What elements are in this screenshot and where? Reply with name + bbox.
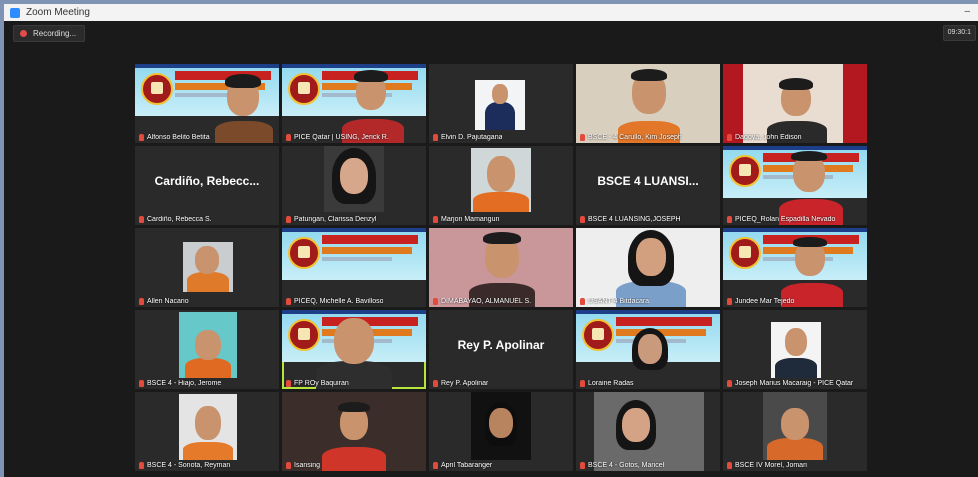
participant-name: Isansing xyxy=(286,462,320,469)
mic-muted-icon xyxy=(580,298,585,305)
mic-muted-icon xyxy=(580,216,585,223)
participant-name: USANT-4 Bitdacara xyxy=(580,298,649,305)
mic-muted-icon xyxy=(286,462,291,469)
participant-display-name: Rey P. Apolinar xyxy=(457,338,545,352)
participant-name: PICEQ, Michelle A. Bavilloso xyxy=(286,298,383,305)
participant-name: Jundee Mar Tejedo xyxy=(727,298,794,305)
meeting-timer: 09:30:1 xyxy=(942,25,976,41)
participant-tile[interactable]: BSCE IV Morel, Jomari xyxy=(723,392,867,471)
mic-muted-icon xyxy=(139,134,144,141)
minimize-icon[interactable]: – xyxy=(964,6,970,17)
participant-name: Loraine Radas xyxy=(580,380,634,387)
participant-name: FP ROy Baquiran xyxy=(286,380,349,387)
participant-tile[interactable]: Marjon Mamangun xyxy=(429,146,573,225)
participant-tile[interactable]: BSCE 4 - Gotos, Maricel xyxy=(576,392,720,471)
participant-name: Marjon Mamangun xyxy=(433,216,499,223)
mic-muted-icon xyxy=(727,462,732,469)
window-title: Zoom Meeting xyxy=(26,7,90,18)
participant-name: Cardiño, Rebecca S. xyxy=(139,216,212,223)
participant-tile[interactable]: Rey P. Apolinar Rey P. Apolinar xyxy=(429,310,573,389)
mic-muted-icon xyxy=(580,462,585,469)
meeting-topbar: Recording... 09:30:1 xyxy=(4,21,978,43)
participant-display-name: BSCE 4 LUANSI... xyxy=(597,174,699,188)
participant-name: BSCE 4 - Sonota, Reyman xyxy=(139,462,230,469)
pice-banner xyxy=(282,228,426,280)
participant-display-name: Cardiño, Rebecc... xyxy=(154,174,260,188)
participant-tile[interactable]: PICE Qatar | USING, Jerick R. xyxy=(282,64,426,143)
mic-muted-icon xyxy=(286,134,291,141)
participant-name: PICEQ_Rolan Espadilla Nevado xyxy=(727,216,835,223)
participant-tile[interactable]: DIMABAYAO, ALMANUEL S. xyxy=(429,228,573,307)
participant-tile[interactable]: Allen Nacario xyxy=(135,228,279,307)
participant-tile[interactable]: Alfonso Belito Betita xyxy=(135,64,279,143)
participant-tile[interactable]: USANT-4 Bitdacara xyxy=(576,228,720,307)
participant-name: Patungan, Clarissa Denzyl xyxy=(286,216,377,223)
participant-tile[interactable]: BSCE 4 LUANSI... BSCE 4 LUANSING,JOSEPH xyxy=(576,146,720,225)
participant-name: Elvin D. Pajutagana xyxy=(433,134,502,141)
participant-tile[interactable]: Cardiño, Rebecc... Cardiño, Rebecca S. xyxy=(135,146,279,225)
mic-muted-icon xyxy=(433,298,438,305)
mic-muted-icon xyxy=(727,380,732,387)
participant-name: BSCE IV Morel, Jomari xyxy=(727,462,807,469)
recording-label: Recording... xyxy=(33,29,77,38)
participant-name: Dagoya, John Edison xyxy=(727,134,802,141)
gallery-view: Alfonso Belito Betita PICE Qatar | USING… xyxy=(135,64,867,471)
participant-tile[interactable]: BSCE 4 - Sonota, Reyman xyxy=(135,392,279,471)
participant-name: Alfonso Belito Betita xyxy=(139,134,210,141)
participant-tile[interactable]: Joseph Marius Macaraig - PICE Qatar xyxy=(723,310,867,389)
record-icon xyxy=(20,30,27,37)
mic-muted-icon xyxy=(286,380,291,387)
participant-name: PICE Qatar | USING, Jerick R. xyxy=(286,134,389,141)
participant-tile[interactable]: Loraine Radas xyxy=(576,310,720,389)
participant-name: BSCE 4 - Gotos, Maricel xyxy=(580,462,664,469)
participant-tile[interactable]: Isansing xyxy=(282,392,426,471)
mic-muted-icon xyxy=(727,298,732,305)
participant-name: Rey P. Apolinar xyxy=(433,380,488,387)
recording-indicator[interactable]: Recording... xyxy=(13,25,86,42)
participant-name: Allen Nacario xyxy=(139,298,189,305)
mic-muted-icon xyxy=(433,134,438,141)
mic-muted-icon xyxy=(727,216,732,223)
title-bar: Zoom Meeting – xyxy=(4,4,978,21)
mic-muted-icon xyxy=(286,216,291,223)
mic-muted-icon xyxy=(727,134,732,141)
participant-name: DIMABAYAO, ALMANUEL S. xyxy=(433,298,531,305)
mic-muted-icon xyxy=(139,380,144,387)
pice-banner xyxy=(282,64,426,116)
mic-muted-icon xyxy=(580,380,585,387)
mic-muted-icon xyxy=(580,134,585,141)
participant-tile[interactable]: Elvin D. Pajutagana xyxy=(429,64,573,143)
participant-tile[interactable]: BSCE 4 - Hiajo, Jerome xyxy=(135,310,279,389)
participant-tile[interactable]: BSCE - 4 Carullo, Kim Joseph xyxy=(576,64,720,143)
mic-muted-icon xyxy=(139,462,144,469)
mic-muted-icon xyxy=(433,216,438,223)
mic-muted-icon xyxy=(286,298,291,305)
participant-tile[interactable]: PICEQ, Michelle A. Bavilloso xyxy=(282,228,426,307)
participant-tile[interactable]: PICEQ_Rolan Espadilla Nevado xyxy=(723,146,867,225)
participant-name: BSCE 4 LUANSING,JOSEPH xyxy=(580,216,681,223)
zoom-app-icon xyxy=(10,7,20,18)
participant-tile-active-speaker[interactable]: FP ROy Baquiran xyxy=(282,310,426,389)
mic-muted-icon xyxy=(433,380,438,387)
participant-name: April Tabaranger xyxy=(433,462,492,469)
participant-name: BSCE - 4 Carullo, Kim Joseph xyxy=(580,134,682,141)
participant-tile[interactable]: Dagoya, John Edison xyxy=(723,64,867,143)
participant-name: BSCE 4 - Hiajo, Jerome xyxy=(139,380,221,387)
zoom-window: Zoom Meeting – Recording... 09:30:1 Alfo… xyxy=(4,4,978,477)
participant-tile[interactable]: April Tabaranger xyxy=(429,392,573,471)
mic-muted-icon xyxy=(139,298,144,305)
mic-muted-icon xyxy=(139,216,144,223)
participant-tile[interactable]: Patungan, Clarissa Denzyl xyxy=(282,146,426,225)
participant-tile[interactable]: Jundee Mar Tejedo xyxy=(723,228,867,307)
participant-name: Joseph Marius Macaraig - PICE Qatar xyxy=(727,380,853,387)
mic-muted-icon xyxy=(433,462,438,469)
